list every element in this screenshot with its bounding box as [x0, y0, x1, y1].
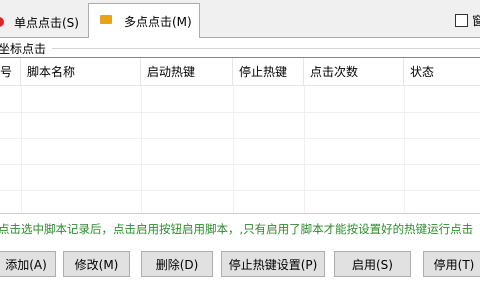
grid-line	[233, 86, 234, 213]
edit-button[interactable]: 修改(M)	[63, 251, 130, 277]
stop-hotkey-settings-button[interactable]: 停止热键设置(P)	[221, 251, 325, 277]
folder-icon	[100, 14, 112, 24]
column-header-click-count[interactable]: 点击次数	[304, 58, 404, 86]
delete-button[interactable]: 删除(D)	[141, 251, 213, 277]
add-button[interactable]: 添加(A)	[0, 251, 56, 277]
enable-button[interactable]: 启用(S)	[334, 251, 411, 277]
grid-line	[304, 86, 305, 213]
grid-line	[0, 190, 480, 191]
tab-multi-click-label: 多点点击(M)	[124, 14, 192, 29]
table-header: 号 脚本名称 启动热键 停止热键 点击次数 状态	[0, 58, 480, 86]
disable-button[interactable]: 停用(T)	[423, 251, 480, 277]
window-checkbox-group[interactable]: 窗	[455, 12, 480, 29]
column-header-status[interactable]: 状态	[404, 58, 480, 86]
script-table[interactable]: 号 脚本名称 启动热键 停止热键 点击次数 状态	[0, 57, 480, 214]
grid-line	[0, 138, 480, 139]
tab-multi-click[interactable]: 多点点击(M)	[88, 3, 200, 38]
tab-single-click[interactable]: 单点点击(S)	[0, 6, 88, 36]
red-dot-icon	[0, 17, 4, 27]
tab-bar: 单点点击(S) 多点点击(M) 窗	[0, 0, 480, 38]
usage-hint: 点击选中脚本记录后，点击启用按钮启用脚本，,只有启用了脚本才能按设置好的热键运行…	[0, 222, 474, 236]
tab-single-click-label: 单点点击(S)	[14, 16, 79, 30]
window-checkbox[interactable]	[455, 14, 468, 27]
grid-line	[0, 112, 480, 113]
multi-click-panel: 坐标点击 号 脚本名称 启动热键 停止热键 点击次数 状态 点击选中脚本记录后，…	[0, 37, 480, 283]
grid-line	[404, 86, 405, 213]
column-header-stop-hotkey[interactable]: 停止热键	[233, 58, 304, 86]
grid-line	[0, 164, 480, 165]
column-header-start-hotkey[interactable]: 启动热键	[141, 58, 233, 86]
group-title: 坐标点击	[0, 40, 49, 57]
grid-line	[141, 86, 142, 213]
group-divider	[52, 48, 480, 49]
column-header-script-name[interactable]: 脚本名称	[21, 58, 141, 86]
window-checkbox-label: 窗	[472, 14, 480, 28]
column-header-index[interactable]: 号	[0, 58, 21, 86]
grid-line	[21, 86, 22, 213]
